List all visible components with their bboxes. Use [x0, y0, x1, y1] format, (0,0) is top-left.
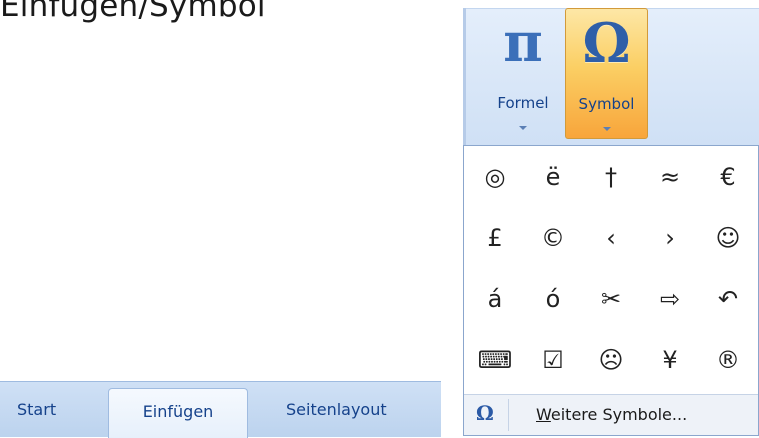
symbol-cell[interactable]: ⌨: [467, 329, 523, 391]
symbol-cell[interactable]: ‹: [583, 207, 639, 269]
symbol-label: Symbol: [578, 95, 635, 113]
more-symbols-link[interactable]: Weitere Symbole...: [536, 405, 687, 424]
symbol-cell[interactable]: á: [467, 268, 523, 330]
symbol-cell[interactable]: ⇨: [642, 268, 698, 330]
symbol-button[interactable]: Ω Symbol: [565, 8, 648, 139]
tab-seitenlayout[interactable]: Seitenlayout: [286, 400, 387, 419]
ribbon-tab-bar: Start Einfügen Seitenlayout: [0, 381, 441, 438]
symbol-cell[interactable]: ☑: [525, 329, 581, 391]
symbol-cell[interactable]: ✂: [583, 268, 639, 330]
omega-icon: Ω: [582, 11, 631, 75]
chevron-down-icon[interactable]: [602, 127, 611, 131]
symbol-cell[interactable]: ☺: [700, 207, 756, 269]
symbol-cell[interactable]: ☹: [583, 329, 639, 391]
symbol-cell[interactable]: ®: [700, 329, 756, 391]
symbol-dropdown: ◎ ë † ≈ € £ © ‹ › ☺ á ó ✂ ⇨ ↶ ⌨ ☑ ☹ ¥ ® …: [463, 145, 759, 436]
symbol-cell[interactable]: ≈: [642, 146, 698, 208]
symbol-cell[interactable]: †: [583, 146, 639, 208]
pi-icon: π: [503, 10, 543, 74]
more-symbols-label: eitere Symbole...: [550, 405, 688, 424]
omega-icon: Ω: [476, 401, 494, 425]
tab-start[interactable]: Start: [17, 400, 56, 419]
formel-label: Formel: [497, 94, 549, 112]
symbol-cell[interactable]: £: [467, 207, 523, 269]
symbol-cell[interactable]: ¥: [642, 329, 698, 391]
separator: [508, 399, 509, 431]
symbol-cell[interactable]: €: [700, 146, 756, 208]
chevron-down-icon[interactable]: [519, 126, 527, 130]
formel-button[interactable]: π Formel: [484, 8, 562, 139]
symbol-cell[interactable]: ↶: [700, 268, 756, 330]
more-symbols-row[interactable]: Ω Weitere Symbole...: [464, 394, 758, 435]
symbol-cell[interactable]: ë: [525, 146, 581, 208]
symbol-cell[interactable]: ó: [525, 268, 581, 330]
ribbon-edge: [463, 8, 466, 145]
symbol-cell[interactable]: ◎: [467, 146, 523, 208]
tab-einfuegen[interactable]: Einfügen: [108, 388, 248, 438]
symbol-cell[interactable]: ©: [525, 207, 581, 269]
caption-text: Einfügen/Symbol: [0, 0, 266, 24]
accelerator-key: W: [536, 405, 551, 424]
symbol-cell[interactable]: ›: [642, 207, 698, 269]
